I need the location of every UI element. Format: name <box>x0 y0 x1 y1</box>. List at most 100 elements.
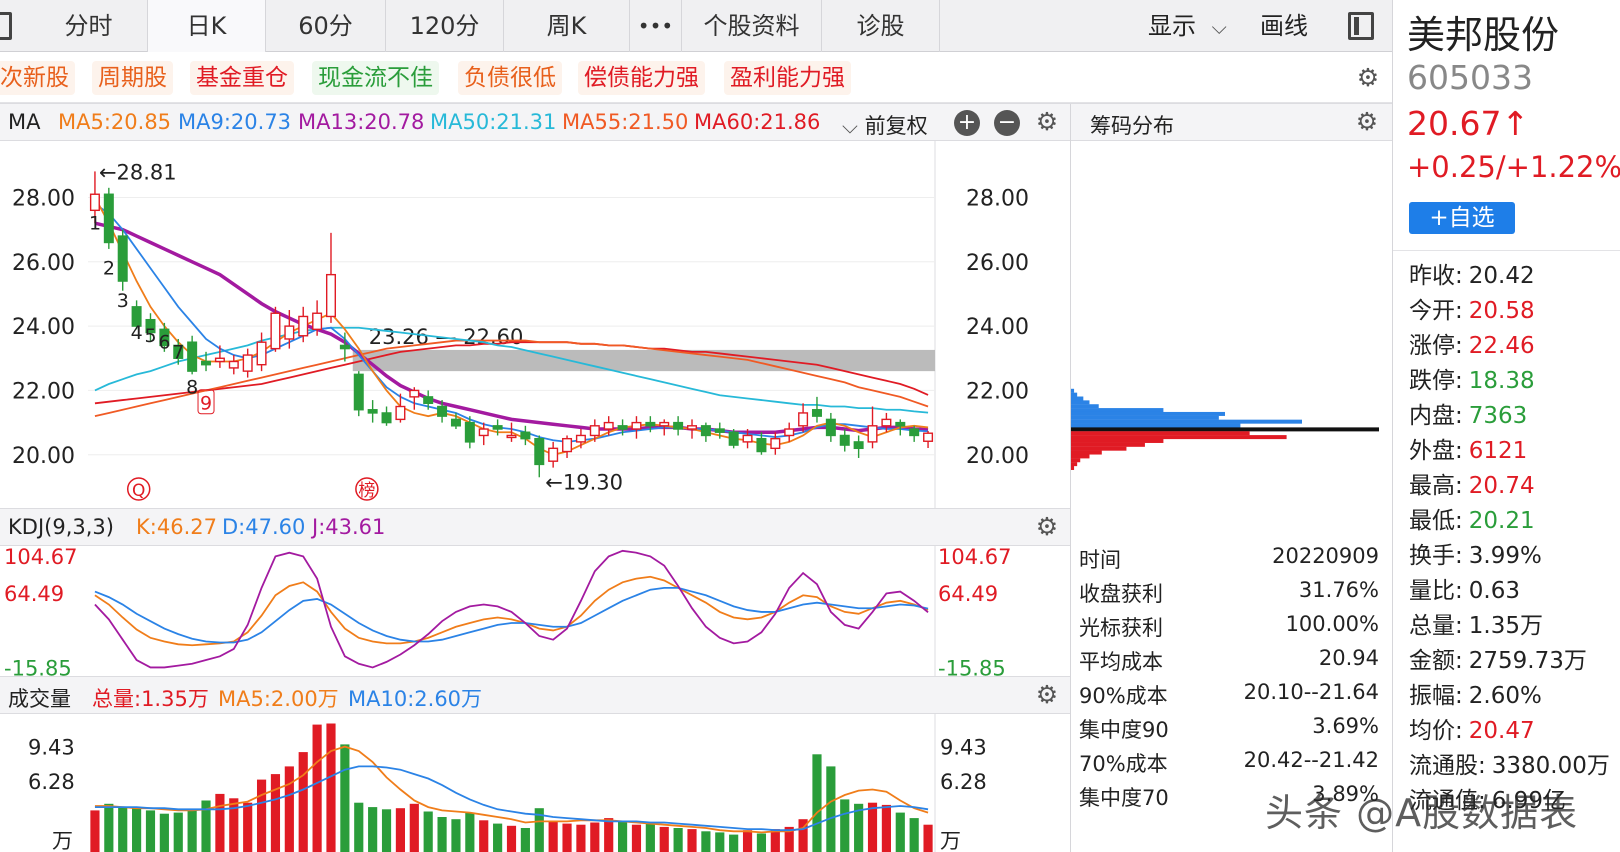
tag-solvency[interactable]: 偿债能力强 <box>578 61 705 95</box>
quote-value: 3380.00万 <box>1491 753 1610 779</box>
candle-body <box>617 425 628 430</box>
add-watchlist-button[interactable]: +自选 <box>1409 202 1515 234</box>
ma-settings-gear-icon[interactable]: ⚙ <box>1034 109 1060 135</box>
quote-value: 22.46 <box>1468 333 1535 359</box>
ma60-value: MA60:21.86 <box>694 110 821 134</box>
tag-new-stock[interactable]: 次新股 <box>0 61 75 95</box>
panel-toggle-icon[interactable] <box>0 12 12 40</box>
candle-body <box>700 425 711 437</box>
volume-chart[interactable]: 9.43 9.43 6.28 6.28 万 万 <box>0 714 1070 852</box>
stock-change: +0.25/+1.22% <box>1407 150 1620 184</box>
kdj-settings-gear-icon[interactable]: ⚙ <box>1034 514 1060 540</box>
volume-bar <box>604 818 614 852</box>
volume-total: 总量:1.35万 <box>92 687 209 711</box>
tag-fund-heavy[interactable]: 基金重仓 <box>190 61 294 95</box>
zoom-in-icon[interactable]: + <box>954 110 980 136</box>
quote-value: 20.42 <box>1468 263 1535 289</box>
candle-body <box>187 341 198 372</box>
ma-header: MA MA5:20.85 MA9:20.73 MA13:20.78 MA50:2… <box>0 103 1070 141</box>
volume-bar <box>617 821 628 852</box>
chip-bar <box>1071 411 1225 416</box>
volume-bar <box>104 803 114 852</box>
tag-profitability[interactable]: 盈利能力强 <box>724 61 851 95</box>
chip-info-row: 90%成本 20.10--21.64 <box>1079 680 1379 708</box>
volume-bar <box>631 824 642 852</box>
chip-info-row: 平均成本 20.94 <box>1079 646 1379 674</box>
volume-bar <box>590 822 600 852</box>
volume-bar <box>215 793 225 852</box>
sidebar-toggle-icon[interactable] <box>1348 12 1374 40</box>
candle-body <box>367 409 378 414</box>
candle-body <box>923 432 934 442</box>
kdj-chart[interactable]: 104.67 104.67 64.49 64.49 -15.85 -15.85 <box>0 546 1070 676</box>
quote-value: 3.99% <box>1468 543 1542 569</box>
chip-bar <box>1071 465 1075 470</box>
tab-diagnosis[interactable]: 诊股 <box>822 0 940 52</box>
tab-weekly-k[interactable]: 周K <box>504 0 630 52</box>
tab-120min[interactable]: 120分 <box>386 0 504 52</box>
quote-label: 总量: <box>1409 613 1463 639</box>
draw-line-button[interactable]: 画线 <box>1260 0 1308 52</box>
chip-bar <box>1071 419 1302 424</box>
candle-body <box>784 428 795 437</box>
volume-bar <box>243 802 253 852</box>
candle-body <box>228 360 239 369</box>
candle-body <box>825 418 836 437</box>
y-tick-label-left: 64.49 <box>4 582 64 606</box>
tab-daily-k[interactable]: 日K <box>148 0 266 52</box>
quote-row: 跌停: 18.38 <box>1409 361 1535 395</box>
tag-settings-gear-icon[interactable]: ⚙ <box>1355 65 1381 91</box>
stock-quote-sidebar: 美邦股份 605033 20.67↑ +0.25/+1.22% +自选 昨收: 2… <box>1392 0 1620 852</box>
quote-row: 外盘: 6121 <box>1409 431 1527 465</box>
candle-body <box>659 421 670 427</box>
quote-row: 总量: 1.35万 <box>1409 606 1543 640</box>
candle-body <box>103 193 114 244</box>
volume-bar <box>687 829 697 852</box>
tab-stock-profile[interactable]: 个股资料 <box>682 0 822 52</box>
y-tick-label-right: 28.00 <box>966 186 1029 211</box>
volume-bar <box>895 812 905 852</box>
volume-bar <box>701 831 711 852</box>
event-badge: Q <box>132 481 145 501</box>
zoom-out-icon[interactable]: − <box>994 110 1020 136</box>
volume-settings-gear-icon[interactable]: ⚙ <box>1034 682 1060 708</box>
candle-body <box>353 373 364 411</box>
volume-bar <box>673 828 683 852</box>
cost-range-band <box>352 349 935 372</box>
display-dropdown[interactable]: 显示 ⌵ <box>1148 0 1227 52</box>
y-tick-label-left: 24.00 <box>12 315 75 340</box>
adjust-dropdown[interactable]: ⌵ 前复权 <box>842 110 928 140</box>
volume-bar <box>381 809 392 852</box>
nine-turn-marker: 2 <box>103 258 115 280</box>
y-tick-label-left: 20.00 <box>12 444 75 469</box>
ma55-value: MA55:21.50 <box>562 110 689 134</box>
volume-bar <box>256 779 267 852</box>
kline-chart[interactable]: 28.00 28.00 26.00 26.00 24.00 24.00 22.00 22.00… <box>0 141 1070 508</box>
kdj-d-value: D:47.60 <box>222 515 306 539</box>
event-badge: 榜 <box>358 481 375 501</box>
more-icon[interactable]: ••• <box>630 0 682 52</box>
tab-60min[interactable]: 60分 <box>266 0 386 52</box>
tag-low-debt[interactable]: 负债很低 <box>458 61 562 95</box>
chip-distribution-chart[interactable] <box>1071 142 1393 509</box>
candle-body <box>853 441 864 450</box>
ma5-value: MA5:20.85 <box>58 110 172 134</box>
quote-label: 振幅: <box>1409 683 1463 709</box>
tab-intraday[interactable]: 分时 <box>30 0 148 52</box>
volume-bar <box>923 824 933 852</box>
volume-bar <box>576 824 586 852</box>
quote-value: 2.60% <box>1468 683 1542 709</box>
volume-bar <box>173 812 183 852</box>
candle-body <box>520 431 531 440</box>
chip-bar <box>1071 442 1145 447</box>
candle-body <box>312 312 323 331</box>
candle-body <box>256 341 267 366</box>
quote-row: 换手: 3.99% <box>1409 536 1542 570</box>
quote-row: 今开: 20.58 <box>1409 291 1535 325</box>
y-tick-label-right: 6.28 <box>940 770 987 794</box>
quote-value: 1.35万 <box>1468 613 1543 639</box>
volume-bar <box>520 828 530 852</box>
tag-poor-cashflow[interactable]: 现金流不佳 <box>312 61 439 95</box>
tag-cyclical[interactable]: 周期股 <box>92 61 173 95</box>
display-label: 显示 <box>1148 12 1196 40</box>
